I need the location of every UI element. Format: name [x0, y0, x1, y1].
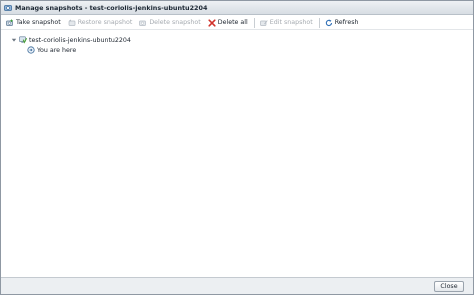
edit-snapshot-button[interactable]: Edit snapshot — [258, 17, 315, 29]
close-button[interactable]: Close — [434, 281, 464, 292]
camera-add-icon — [6, 19, 14, 27]
collapse-triangle-icon[interactable] — [11, 37, 17, 43]
dialog-title: Manage snapshots - test-coriolis-jenkins… — [15, 3, 208, 12]
toolbar-separator — [318, 17, 320, 28]
toolbar: Take snapshot Restore snapshot Delete sn… — [1, 16, 473, 30]
delete-all-label: Delete all — [217, 19, 248, 26]
delete-snapshot-label: Delete snapshot — [149, 19, 201, 26]
restore-icon — [68, 19, 76, 27]
take-snapshot-button[interactable]: Take snapshot — [4, 17, 63, 29]
refresh-label: Refresh — [334, 19, 359, 26]
title-bar[interactable]: Manage snapshots - test-coriolis-jenkins… — [1, 1, 473, 15]
refresh-button[interactable]: Refresh — [323, 17, 361, 29]
refresh-icon — [325, 19, 333, 27]
manage-snapshots-dialog: Manage snapshots - test-coriolis-jenkins… — [0, 0, 474, 295]
close-button-label: Close — [440, 283, 458, 290]
vm-name-label: test-coriolis-jenkins-ubuntu2204 — [29, 36, 131, 44]
snapshot-tree: test-coriolis-jenkins-ubuntu2204 You are… — [1, 31, 473, 277]
edit-snapshot-label: Edit snapshot — [269, 19, 313, 26]
red-x-icon — [208, 18, 216, 27]
tree-node-vm[interactable]: test-coriolis-jenkins-ubuntu2204 — [11, 35, 131, 45]
dialog-footer: Close — [1, 277, 473, 294]
tree-node-you-are-here[interactable]: You are here — [27, 45, 76, 55]
take-snapshot-label: Take snapshot — [16, 19, 61, 26]
restore-snapshot-label: Restore snapshot — [77, 19, 133, 26]
vm-icon — [19, 36, 27, 44]
edit-icon — [259, 19, 268, 27]
restore-snapshot-button[interactable]: Restore snapshot — [66, 17, 135, 29]
delete-all-button[interactable]: Delete all — [206, 17, 250, 29]
toolbar-separator — [253, 17, 255, 28]
delete-snapshot-button[interactable]: Delete snapshot — [137, 17, 202, 29]
snapshot-delete-icon — [139, 19, 147, 27]
snapshot-manager-icon — [4, 4, 12, 12]
current-state-icon — [27, 46, 35, 54]
you-are-here-label: You are here — [37, 46, 77, 54]
